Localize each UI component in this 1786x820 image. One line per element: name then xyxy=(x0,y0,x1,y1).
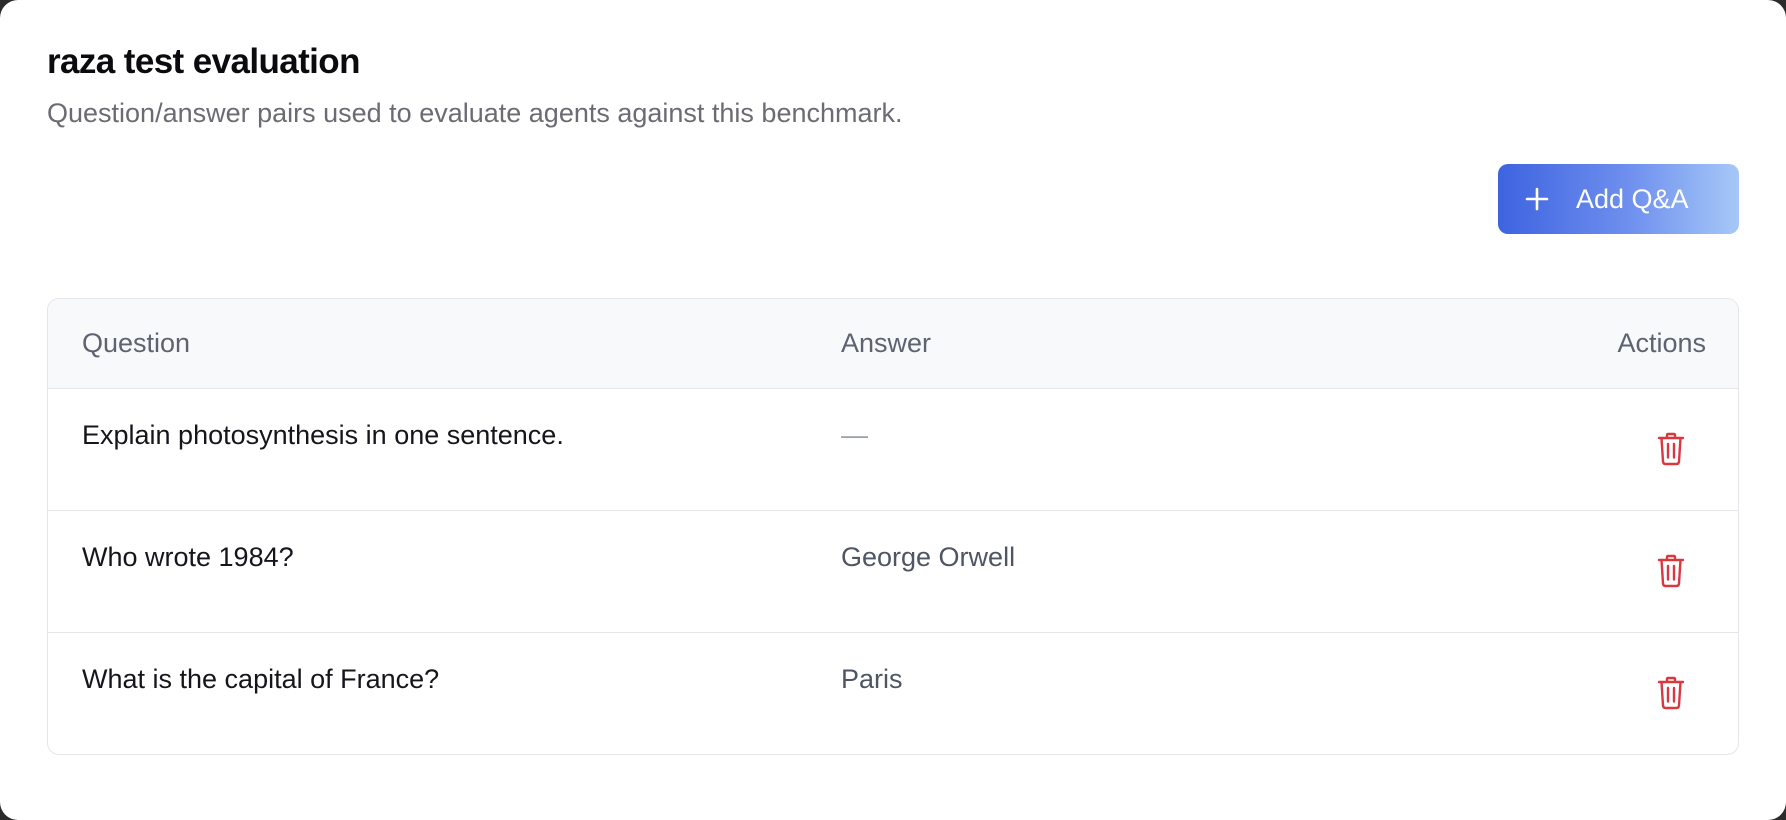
question-cell: What is the capital of France? xyxy=(82,664,440,694)
question-cell: Who wrote 1984? xyxy=(82,542,294,572)
question-cell: Explain photosynthesis in one sentence. xyxy=(82,420,564,450)
qa-table: Question Answer Actions Explain photosyn… xyxy=(47,298,1739,755)
table-row: Explain photosynthesis in one sentence. … xyxy=(48,389,1738,511)
delete-button[interactable] xyxy=(1656,676,1686,710)
page-title: raza test evaluation xyxy=(47,42,360,81)
trash-icon xyxy=(1657,432,1685,466)
plus-icon xyxy=(1524,186,1550,212)
add-qa-button[interactable]: Add Q&A xyxy=(1498,164,1739,234)
table-row: What is the capital of France? Paris xyxy=(48,633,1738,754)
delete-button[interactable] xyxy=(1656,554,1686,588)
column-header-answer: Answer xyxy=(841,328,932,358)
answer-cell: — xyxy=(841,420,868,450)
delete-button[interactable] xyxy=(1656,432,1686,466)
column-header-actions: Actions xyxy=(1617,328,1706,358)
table-header: Question Answer Actions xyxy=(48,299,1738,389)
evaluation-panel: raza test evaluation Question/answer pai… xyxy=(0,0,1786,820)
table-row: Who wrote 1984? George Orwell xyxy=(48,511,1738,633)
column-header-question: Question xyxy=(82,328,191,358)
trash-icon xyxy=(1657,676,1685,710)
answer-cell: Paris xyxy=(841,664,903,694)
add-qa-label: Add Q&A xyxy=(1576,183,1689,214)
page-subtitle: Question/answer pairs used to evaluate a… xyxy=(47,98,903,128)
trash-icon xyxy=(1657,554,1685,588)
answer-cell: George Orwell xyxy=(841,542,1016,572)
